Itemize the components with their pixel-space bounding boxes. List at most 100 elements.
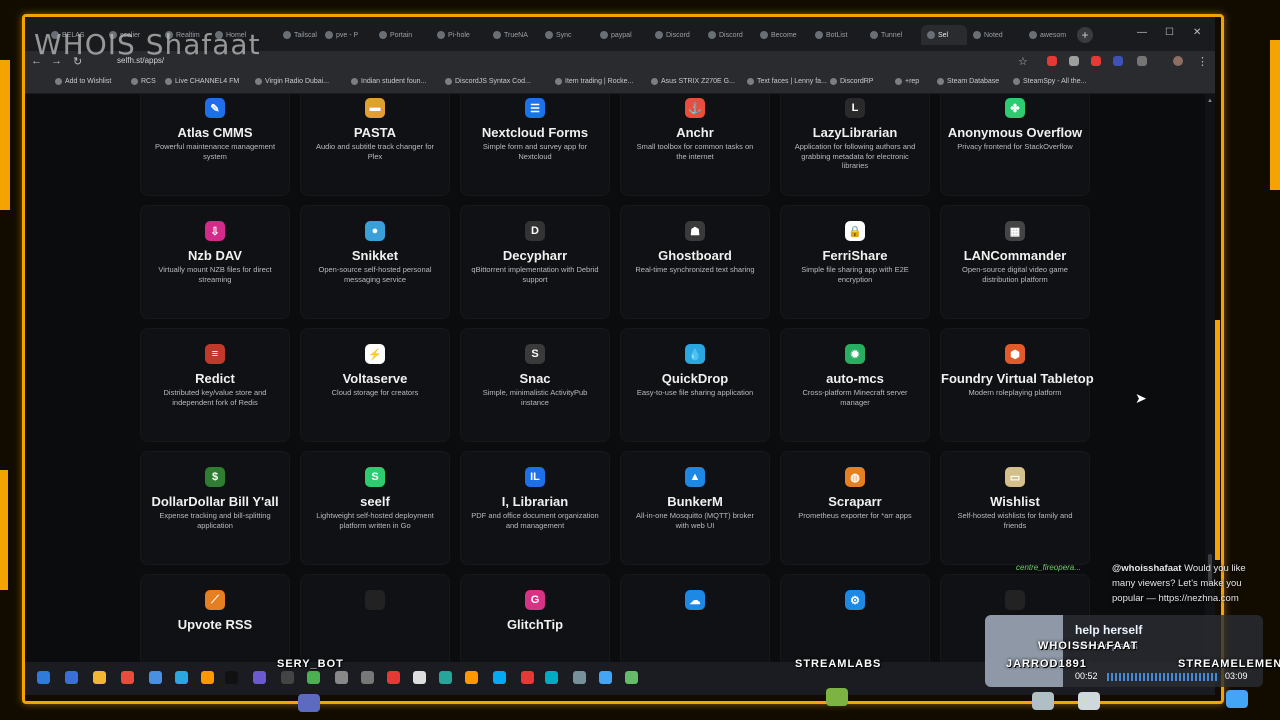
- browser-tab[interactable]: Discord: [655, 25, 701, 45]
- bookmark-label: Add to Wishlist: [65, 78, 112, 85]
- bookmark-item[interactable]: Live CHANNEL4 FM: [165, 78, 239, 85]
- extension-icon[interactable]: [1047, 56, 1057, 66]
- extension-icon[interactable]: [1069, 56, 1079, 66]
- taskbar-app-icon[interactable]: [573, 671, 586, 684]
- app-card[interactable]: Sseelf Lightweight self-hosted deployment…: [300, 451, 450, 565]
- app-card[interactable]: $ DollarDollar Bill Y'all Expense tracking…: [140, 451, 290, 565]
- app-card[interactable]: IL I, Librarian PDF and office document or…: [460, 451, 610, 565]
- browser-tab[interactable]: Portain: [379, 25, 425, 45]
- app-card[interactable]: [300, 574, 450, 662]
- taskbar-app-icon[interactable]: [225, 671, 238, 684]
- app-card[interactable]: ⟋ Upvote RSS: [140, 574, 290, 662]
- app-card[interactable]: ▲ BunkerM All-in-one Mosquitto (MQTT) brok…: [620, 451, 770, 565]
- bookmark-item[interactable]: +rep: [895, 78, 919, 85]
- app-card[interactable]: ⚡ Voltaserve Cloud storage for creators: [300, 328, 450, 442]
- browser-tab[interactable]: pve - P: [325, 25, 371, 45]
- taskbar-app-icon[interactable]: [361, 671, 374, 684]
- taskbar-app-icon[interactable]: [545, 671, 558, 684]
- browser-tab[interactable]: Tunnel: [870, 25, 916, 45]
- taskbar-app-icon[interactable]: [413, 671, 426, 684]
- browser-tab[interactable]: Discord: [708, 25, 754, 45]
- app-card[interactable]: ✹ auto-mcs Cross-platform Minecraft server…: [780, 328, 930, 442]
- app-card[interactable]: ✤ Anonymous Overflow Privacy frontend for …: [940, 94, 1090, 196]
- taskbar-app-icon[interactable]: [175, 671, 188, 684]
- taskbar-app-icon[interactable]: [149, 671, 162, 684]
- bookmark-item[interactable]: Indian student foun...: [351, 78, 426, 85]
- taskbar-app-icon[interactable]: [625, 671, 638, 684]
- bookmark-item[interactable]: DiscordJS Syntax Cod...: [445, 78, 531, 85]
- app-card[interactable]: G GlitchTip: [460, 574, 610, 662]
- bookmark-item[interactable]: SteamSpy - All the...: [1013, 78, 1086, 85]
- app-card[interactable]: ☗ Ghostboard Real-time synchronized text s…: [620, 205, 770, 319]
- taskbar-app-icon[interactable]: [493, 671, 506, 684]
- browser-tab[interactable]: Sync: [545, 25, 591, 45]
- app-name: DollarDollar Bill Y'all: [151, 494, 279, 509]
- taskbar-app-icon[interactable]: [281, 671, 294, 684]
- app-card[interactable]: ▭ Wishlist Self-hosted wishlists for famil…: [940, 451, 1090, 565]
- app-card[interactable]: ● Snikket Open-source self-hosted personal…: [300, 205, 450, 319]
- maximize-button[interactable]: ☐: [1165, 27, 1174, 38]
- bookmark-icon: [747, 78, 754, 85]
- app-card[interactable]: ▦ LANCommander Open-source digital video g…: [940, 205, 1090, 319]
- bookmark-item[interactable]: Item trading | Rocke...: [555, 78, 633, 85]
- app-card[interactable]: ☰ Nextcloud Forms Simple form and survey a…: [460, 94, 610, 196]
- bookmark-item[interactable]: Steam Database: [937, 78, 999, 85]
- minimize-button[interactable]: —: [1137, 27, 1147, 38]
- app-card[interactable]: 💧 QuickDrop Easy-to-use file sharing appli…: [620, 328, 770, 442]
- browser-tab[interactable]: paypal: [600, 25, 646, 45]
- taskbar-app-icon[interactable]: [439, 671, 452, 684]
- extension-icon[interactable]: [1113, 56, 1123, 66]
- app-card[interactable]: ✎ Atlas CMMS Powerful maintenance manageme…: [140, 94, 290, 196]
- browser-tab[interactable]: Become: [760, 25, 806, 45]
- bookmark-item[interactable]: Add to Wishlist: [55, 78, 111, 85]
- menu-icon[interactable]: ⋮: [1197, 55, 1208, 68]
- bookmark-item[interactable]: DiscordRP: [830, 78, 873, 85]
- scroll-up-icon[interactable]: ▲: [1207, 98, 1213, 104]
- app-card[interactable]: ▬ PASTA Audio and subtitle track changer f…: [300, 94, 450, 196]
- extension-icon[interactable]: [1091, 56, 1101, 66]
- taskbar-app-icon[interactable]: [253, 671, 266, 684]
- taskbar-app-icon[interactable]: [521, 671, 534, 684]
- app-card[interactable]: ≡ Redict Distributed key/value store and i…: [140, 328, 290, 442]
- star-icon[interactable]: ☆: [1018, 55, 1028, 68]
- new-tab-button[interactable]: +: [1077, 27, 1093, 43]
- app-card[interactable]: ⇩ Nzb DAV Virtually mount NZB files for di…: [140, 205, 290, 319]
- bookmark-item[interactable]: RCS: [131, 78, 156, 85]
- avatar[interactable]: [1173, 56, 1183, 66]
- taskbar-app-icon[interactable]: [599, 671, 612, 684]
- app-card[interactable]: ☁: [620, 574, 770, 662]
- taskbar-app-icon[interactable]: [121, 671, 134, 684]
- bookmark-item[interactable]: Text faces | Lenny fa...: [747, 78, 827, 85]
- taskbar-app-icon[interactable]: [307, 671, 320, 684]
- taskbar-app-icon[interactable]: [465, 671, 478, 684]
- taskbar-app-icon[interactable]: [93, 671, 106, 684]
- app-card[interactable]: 🔒 FerriShare Simple file sharing app with …: [780, 205, 930, 319]
- app-description: Cloud storage for creators: [331, 388, 419, 397]
- taskbar-app-icon[interactable]: [335, 671, 348, 684]
- song-title: help herself: [1075, 623, 1143, 637]
- start-icon[interactable]: [37, 671, 50, 684]
- browser-tab[interactable]: awesom: [1029, 25, 1075, 45]
- browser-tab[interactable]: TrueNA: [493, 25, 539, 45]
- puzzle-icon[interactable]: [1137, 56, 1147, 66]
- browser-tab[interactable]: Noted: [973, 25, 1019, 45]
- taskbar-app-icon[interactable]: [65, 671, 78, 684]
- app-card[interactable]: ◍ Scraparr Prometheus exporter for *arr ap…: [780, 451, 930, 565]
- browser-tab[interactable]: BotList: [815, 25, 861, 45]
- taskbar-app-icon[interactable]: [201, 671, 214, 684]
- app-card[interactable]: ⚓ Anchr Small toolbox for common tasks on …: [620, 94, 770, 196]
- app-card[interactable]: L LazyLibrarian Application for following …: [780, 94, 930, 196]
- app-card[interactable]: D Decypharr qBittorrent implementation wit…: [460, 205, 610, 319]
- bookmark-item[interactable]: Virgin Radio Dubai...: [255, 78, 329, 85]
- apps-grid: ✎ Atlas CMMS Powerful maintenance manageme…: [25, 94, 1215, 662]
- app-card[interactable]: ⬢ Foundry Virtual Tabletop Modern roleplay…: [940, 328, 1094, 442]
- browser-tab[interactable]: Pi-hole: [437, 25, 483, 45]
- taskbar-app-icon[interactable]: [387, 671, 400, 684]
- bookmark-item[interactable]: Asus STRIX Z270E G...: [651, 78, 735, 85]
- app-card[interactable]: S Snac Simple, minimalistic ActivityPub in…: [460, 328, 610, 442]
- close-window-button[interactable]: ✕: [1193, 27, 1201, 38]
- bookmark-label: Live CHANNEL4 FM: [175, 78, 240, 85]
- browser-tab[interactable]: Tailscal: [283, 25, 329, 45]
- browser-tab[interactable]: Sel: [921, 25, 967, 45]
- app-card[interactable]: ⚙: [780, 574, 930, 662]
